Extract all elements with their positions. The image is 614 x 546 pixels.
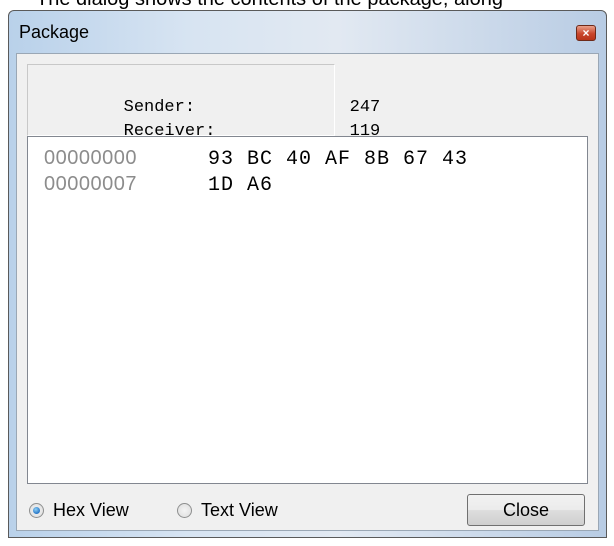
hex-bytes: 1D A6: [208, 174, 274, 197]
title-bar[interactable]: Package ×: [9, 11, 606, 51]
close-button[interactable]: Close: [467, 494, 585, 526]
radio-checked-icon[interactable]: [29, 502, 44, 518]
hex-view-label[interactable]: Hex View: [53, 500, 129, 521]
info-panel: Sender: 247 Receiver: 119: [27, 64, 380, 141]
radio-unchecked-icon[interactable]: [177, 502, 192, 518]
hex-address: 00000007: [44, 173, 137, 195]
hex-view-area[interactable]: 00000000 93 BC 40 AF 8B 67 43 00000007 1D …: [27, 136, 588, 484]
text-view-label[interactable]: Text View: [201, 500, 278, 521]
sender-row: Sender: 247: [42, 79, 381, 117]
hex-address: 00000000: [44, 147, 137, 169]
dialog-title: Package: [19, 22, 90, 42]
receiver-row: Receiver: 119: [42, 103, 381, 141]
dialog-client-area: Sender: 247 Receiver: 119 00000000 93 BC 40…: [16, 53, 599, 531]
footer-bar: Hex View Text View Close: [27, 490, 588, 526]
hex-line: 00000000 93 BC 40 AF 8B 67 43: [44, 147, 468, 175]
hex-line: 00000007 1D A6: [44, 173, 273, 201]
text-view-radio[interactable]: Text View: [177, 500, 278, 520]
hex-view-radio[interactable]: Hex View: [29, 500, 129, 520]
package-dialog: Package × Sender: 247 Receiver: 119 000000…: [8, 10, 607, 538]
page-caption: The dialog shows the contents of the pac…: [0, 0, 614, 10]
hex-bytes: 93 BC 40 AF 8B 67 43: [208, 148, 469, 171]
close-icon[interactable]: ×: [576, 25, 596, 41]
